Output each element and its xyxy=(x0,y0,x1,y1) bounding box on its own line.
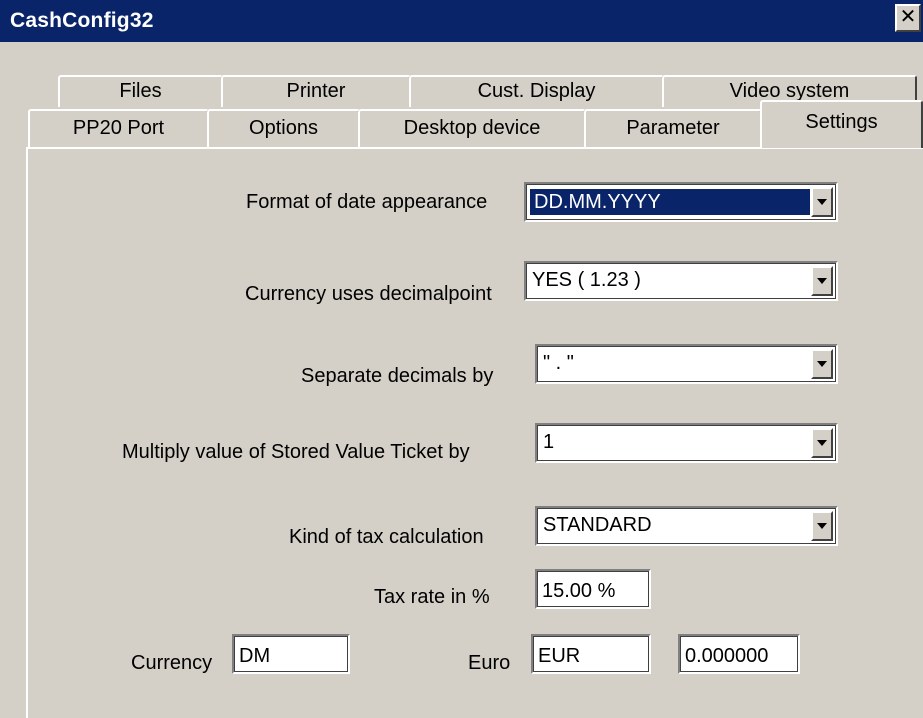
euro-field[interactable] xyxy=(531,634,651,674)
chevron-down-icon[interactable] xyxy=(811,428,833,458)
date-format-label: Format of date appearance xyxy=(246,191,488,213)
tab-label: Settings xyxy=(805,111,878,133)
euro-rate-field[interactable] xyxy=(678,634,800,674)
tax-kind-label: Kind of tax calculation xyxy=(289,526,484,548)
tab-label: Printer xyxy=(286,80,346,102)
separate-decimals-value: " . " xyxy=(543,352,574,374)
close-button[interactable]: ✕ xyxy=(895,4,921,32)
tab-desktop-device[interactable]: Desktop device xyxy=(358,109,586,147)
chevron-down-icon[interactable] xyxy=(811,187,833,217)
chevron-down-icon[interactable] xyxy=(811,266,833,296)
currency-field[interactable] xyxy=(232,634,350,674)
tab-files[interactable]: Files xyxy=(58,75,223,107)
tab-label: Video system xyxy=(729,80,850,102)
tax-kind-value: STANDARD xyxy=(543,514,652,536)
currency-decimalpoint-value: YES ( 1.23 ) xyxy=(532,269,641,291)
tab-label: Options xyxy=(249,117,318,139)
tab-printer[interactable]: Printer xyxy=(221,75,411,107)
tab-options[interactable]: Options xyxy=(207,109,360,147)
tab-parameter[interactable]: Parameter xyxy=(584,109,762,147)
currency-decimalpoint-select[interactable]: YES ( 1.23 ) xyxy=(524,261,838,301)
separate-decimals-label: Separate decimals by xyxy=(301,365,494,387)
window-title: CashConfig32 xyxy=(10,9,154,32)
tab-settings[interactable]: Settings xyxy=(760,100,923,148)
tax-kind-select[interactable]: STANDARD xyxy=(535,506,838,546)
tab-label: Files xyxy=(119,80,162,102)
cashconfig-window: CashConfig32 ✕ Files Printer Cust. Displ… xyxy=(0,0,923,718)
title-bar[interactable]: CashConfig32 ✕ xyxy=(0,0,923,42)
tab-label: Cust. Display xyxy=(477,80,596,102)
close-icon: ✕ xyxy=(899,6,917,28)
tab-label: Desktop device xyxy=(403,117,541,139)
chevron-down-icon[interactable] xyxy=(811,511,833,541)
settings-panel: Format of date appearance DD.MM.YYYY Cur… xyxy=(26,147,923,718)
tab-pp20-port[interactable]: PP20 Port xyxy=(28,109,209,147)
date-format-select[interactable]: DD.MM.YYYY xyxy=(524,182,838,222)
date-format-value: DD.MM.YYYY xyxy=(530,189,810,215)
euro-label: Euro xyxy=(468,652,511,674)
tab-label: Parameter xyxy=(626,117,720,139)
chevron-down-icon[interactable] xyxy=(811,349,833,379)
tab-cust-display[interactable]: Cust. Display xyxy=(409,75,664,107)
currency-label: Currency xyxy=(131,652,213,674)
tax-rate-label: Tax rate in % xyxy=(374,586,490,608)
separate-decimals-select[interactable]: " . " xyxy=(535,344,838,384)
currency-decimalpoint-label: Currency uses decimalpoint xyxy=(245,283,492,305)
multiply-ticket-value: 1 xyxy=(543,431,555,453)
tab-label: PP20 Port xyxy=(72,117,165,139)
multiply-ticket-select[interactable]: 1 xyxy=(535,423,838,463)
multiply-ticket-label: Multiply value of Stored Value Ticket by xyxy=(122,441,470,463)
tax-rate-field[interactable] xyxy=(535,569,651,609)
